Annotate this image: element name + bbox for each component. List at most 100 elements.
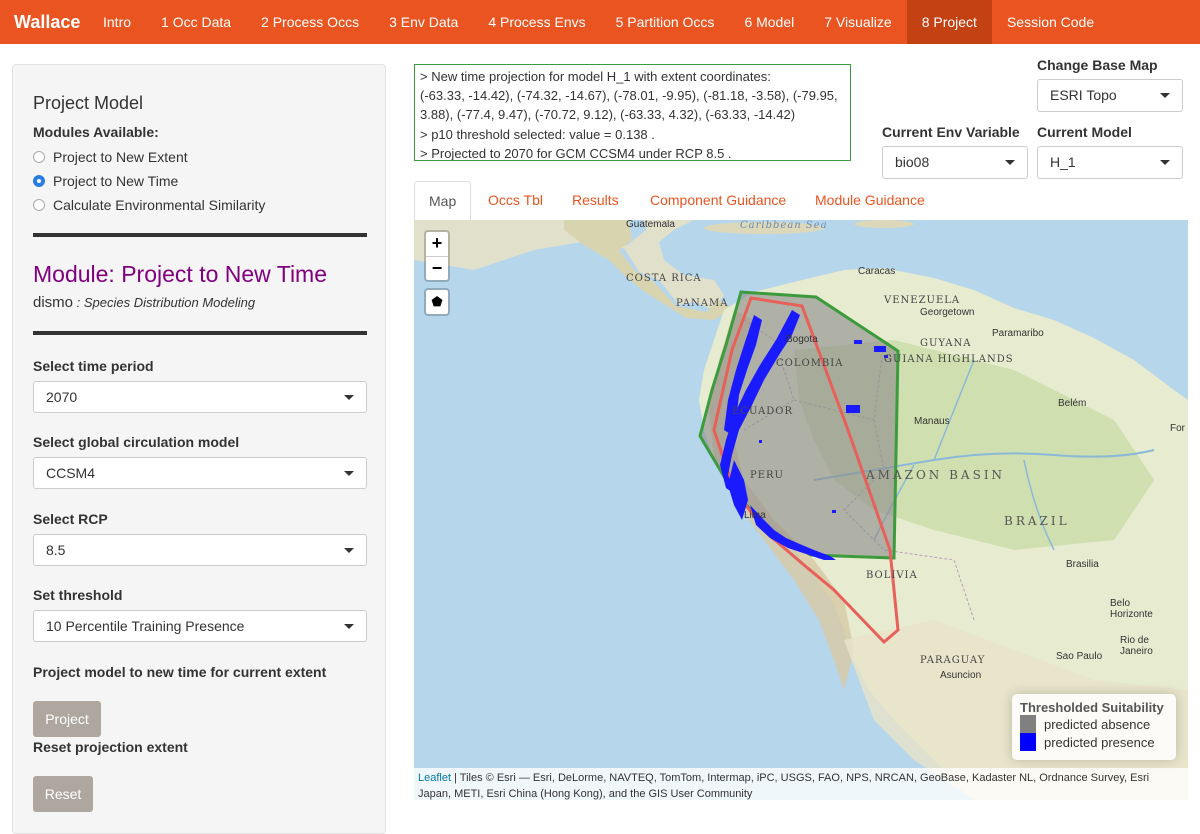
map-label-caribbean: Caribbean Sea [740,220,828,231]
zoom-in-button[interactable]: + [426,232,448,256]
nav-session-code[interactable]: Session Code [992,0,1109,44]
reset-button[interactable]: Reset [33,776,93,812]
map-attribution: Leaflet | Tiles © Esri — Esri, DeLorme, … [414,768,1188,800]
map-label-rio: Rio de Janeiro [1120,635,1153,657]
legend-item: predicted absence [1020,715,1168,733]
map-label-belem: Belém [1058,398,1087,409]
env-variable-value: bio08 [895,154,930,170]
draw-control: ⬟ [424,288,450,316]
map-label-asuncion: Asuncion [940,670,982,681]
current-model-label: Current Model [1037,124,1132,140]
map-label-amazon: AMAZON BASIN [866,468,1006,482]
navbar: Wallace Intro 1 Occ Data 2 Process Occs … [0,0,1200,44]
radio-label: Project to New Extent [53,149,188,165]
legend-label: predicted absence [1044,716,1151,732]
nav-partition-occs[interactable]: 5 Partition Occs [601,0,730,44]
reset-description: Reset projection extent [33,739,188,755]
map-label-costa-rica: COSTA RICA [626,273,702,284]
env-variable-select[interactable]: bio08 [882,146,1028,179]
nav-model[interactable]: 6 Model [729,0,809,44]
module-title: Module: Project to New Time [33,261,328,287]
nav-process-envs[interactable]: 4 Process Envs [473,0,600,44]
chevron-down-icon [344,395,354,400]
time-period-select[interactable]: 2070 [33,381,367,413]
map-label-guyana: GUYANA [920,338,972,349]
legend-label: predicted presence [1044,734,1155,750]
time-period-value: 2070 [46,389,78,405]
radio-env-similarity[interactable]: Calculate Environmental Similarity [33,197,265,213]
chevron-down-icon [1005,160,1015,165]
map-label-bolivia: BOLIVIA [866,570,918,581]
map-label-belo-horizonte: Belo Horizonte [1110,598,1153,620]
legend-swatch-absence [1020,715,1036,733]
tab-component-guidance[interactable]: Component Guidance [650,181,786,221]
legend-title: Thresholded Suitability [1020,700,1164,715]
radio-project-new-time[interactable]: Project to New Time [33,173,178,189]
map-label-paramaribo: Paramaribo [992,328,1044,339]
threshold-select[interactable]: 10 Percentile Training Presence [33,610,367,642]
rcp-select[interactable]: 8.5 [33,534,367,566]
map-label-fortaleza: For [1170,423,1185,434]
nav-visualize[interactable]: 7 Visualize [809,0,906,44]
base-map-select[interactable]: ESRI Topo [1037,79,1183,112]
radio-button[interactable] [33,199,45,211]
map-view[interactable]: Guatemala Caribbean Sea COSTA RICA PANAM… [414,220,1188,800]
legend-swatch-presence [1020,733,1036,751]
map-label-guatemala: Guatemala [626,220,675,230]
chevron-down-icon [344,624,354,629]
tab-module-guidance[interactable]: Module Guidance [815,181,925,221]
map-legend: Thresholded Suitability predicted absenc… [1012,694,1176,760]
map-label-venezuela: VENEZUELA [884,295,961,306]
current-model-value: H_1 [1050,154,1076,170]
tab-results[interactable]: Results [572,181,619,221]
map-label-georgetown: Georgetown [920,307,975,318]
divider [33,331,367,335]
draw-polygon-icon[interactable]: ⬟ [426,290,448,314]
chevron-down-icon [344,471,354,476]
radio-button-checked[interactable] [33,175,45,187]
log-line: > p10 threshold selected: value = 0.138 … [420,126,655,142]
panel-title: Project Model [33,93,144,113]
divider [33,233,367,237]
time-period-label: Select time period [33,358,154,374]
gcm-label: Select global circulation model [33,434,240,450]
gcm-value: CCSM4 [46,465,96,481]
map-label-ecuador: ECUADOR [732,406,794,417]
brand-logo[interactable]: Wallace [0,12,88,33]
nav-env-data[interactable]: 3 Env Data [374,0,473,44]
log-output: > New time projection for model H_1 with… [414,64,851,161]
result-tabs: Map Occs Tbl Results Component Guidance … [414,181,1188,221]
threshold-label: Set threshold [33,587,123,603]
project-description: Project model to new time for current ex… [33,664,327,680]
project-button[interactable]: Project [33,701,101,737]
map-label-brasilia: Brasilia [1066,559,1099,570]
radio-project-new-extent[interactable]: Project to New Extent [33,149,188,165]
chevron-down-icon [1160,160,1170,165]
nav-process-occs[interactable]: 2 Process Occs [246,0,374,44]
threshold-value: 10 Percentile Training Presence [46,618,245,634]
zoom-out-button[interactable]: − [426,256,448,280]
map-label-highlands: GUIANA HIGHLANDS [884,354,1014,365]
legend-item: predicted presence [1020,733,1168,751]
nav-occ-data[interactable]: 1 Occ Data [146,0,246,44]
log-line: > Projected to 2070 for GCM CCSM4 under … [420,145,732,161]
leaflet-link[interactable]: Leaflet [418,772,451,784]
gcm-select[interactable]: CCSM4 [33,457,367,489]
radio-button[interactable] [33,151,45,163]
log-line: (-63.33, -14.42), (-74.32, -14.67), (-78… [420,88,838,104]
nav-project[interactable]: 8 Project [906,0,992,44]
base-map-value: ESRI Topo [1050,87,1117,103]
map-label-bogota: Bogota [786,334,818,345]
rcp-value: 8.5 [46,542,66,558]
rcp-label: Select RCP [33,511,108,527]
current-model-select[interactable]: H_1 [1037,146,1183,179]
map-label-brazil: BRAZIL [1004,514,1070,528]
attribution-text: | Tiles © Esri — Esri, DeLorme, NAVTEQ, … [418,772,1150,800]
tab-map[interactable]: Map [414,181,472,221]
radio-label: Calculate Environmental Similarity [53,197,266,213]
log-line: 3.88), (-77.4, 9.47), (-70.72, 9.12), (-… [420,107,796,123]
radio-label: Project to New Time [53,173,179,189]
map-label-manaus: Manaus [914,416,950,427]
nav-intro[interactable]: Intro [88,0,146,44]
tab-occs-tbl[interactable]: Occs Tbl [488,181,543,221]
